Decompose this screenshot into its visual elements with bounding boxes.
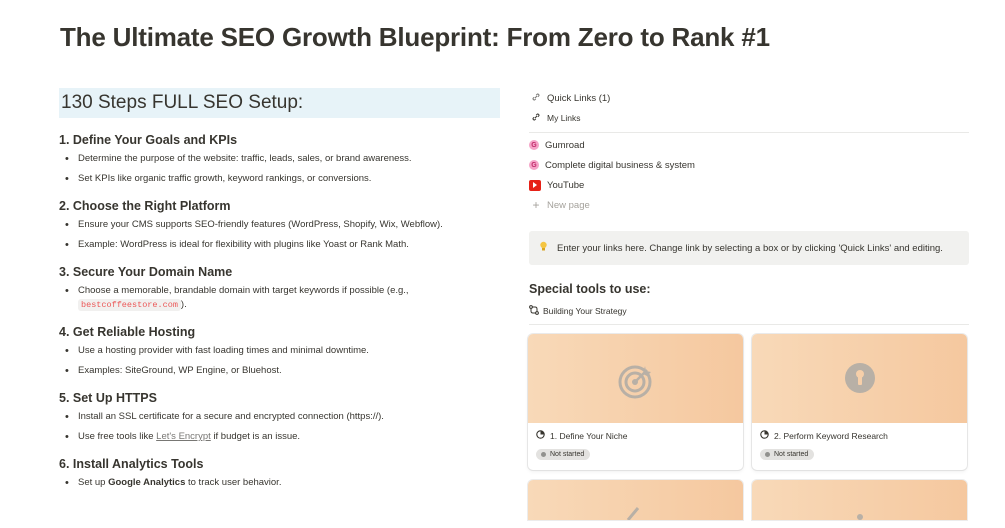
gallery-card[interactable]: 2. Perform Keyword Research Not started <box>752 334 967 470</box>
gallery-card[interactable] <box>752 480 967 520</box>
list-item-text: Choose a memorable, brandable domain wit… <box>78 285 409 296</box>
card-cover <box>528 334 743 423</box>
section-heading: 1. Define Your Goals and KPIs <box>59 133 238 147</box>
progress-icon <box>536 430 545 441</box>
lightbulb-icon <box>529 241 557 255</box>
section-heading: 5. Set Up HTTPS <box>59 391 157 405</box>
quick-links-toggle[interactable]: Quick Links (1) <box>529 88 969 108</box>
card-cover <box>752 334 967 423</box>
list-item-text-end: ). <box>180 299 187 310</box>
link-label: YouTube <box>547 179 585 191</box>
my-links-label: My Links <box>547 113 581 123</box>
section-heading: 2. Choose the Right Platform <box>59 199 231 213</box>
list-item: Use free tools like Let's Encrypt if bud… <box>59 430 500 444</box>
card-title: 2. Perform Keyword Research <box>774 430 888 441</box>
tools-heading: Special tools to use: <box>529 282 651 296</box>
strategy-icon <box>529 305 539 317</box>
link-gumroad[interactable]: G Gumroad <box>529 135 969 155</box>
list-item: Determine the purpose of the website: tr… <box>59 152 500 166</box>
link-label: Complete digital business & system <box>545 159 695 171</box>
list-item: Choose a memorable, brandable domain wit… <box>59 284 500 312</box>
page-title: The Ultimate SEO Growth Blueprint: From … <box>60 22 770 52</box>
link-icon <box>529 92 543 105</box>
list-item-text: Set up <box>78 477 109 488</box>
steps-column: 130 Steps FULL SEO Setup: 1. Define Your… <box>59 88 500 490</box>
link-digital-business[interactable]: G Complete digital business & system <box>529 155 969 175</box>
database-view-tab[interactable]: Building Your Strategy <box>529 305 627 317</box>
list-item: Install an SSL certificate for a secure … <box>59 410 500 424</box>
section-heading: 4. Get Reliable Hosting <box>59 325 196 339</box>
list-item: Set KPIs like organic traffic growth, ke… <box>59 172 500 186</box>
target-icon <box>617 362 655 405</box>
list-item: Set up Google Analytics to track user be… <box>59 476 500 490</box>
status-badge: Not started <box>536 449 591 460</box>
gumroad-icon: G <box>529 160 539 170</box>
quick-links-label: Quick Links (1) <box>547 92 611 104</box>
card-title: 1. Define Your Niche <box>550 430 628 441</box>
gumroad-icon: G <box>529 140 539 150</box>
plus-icon: + <box>532 198 540 212</box>
gallery-card[interactable] <box>528 480 743 521</box>
link-youtube[interactable]: YouTube <box>529 175 969 195</box>
inline-code: bestcoffeestore.com <box>78 299 181 311</box>
list-item: Examples: SiteGround, WP Engine, or Blue… <box>59 364 500 378</box>
links-column: Quick Links (1) My Links G Gumroad G Com… <box>529 88 969 215</box>
keyhole-icon <box>844 362 876 399</box>
my-links-header[interactable]: My Links <box>529 108 969 128</box>
lets-encrypt-link[interactable]: Let's Encrypt <box>156 431 211 442</box>
section-heading: 3. Secure Your Domain Name <box>59 265 233 279</box>
list-item: Use a hosting provider with fast loading… <box>59 344 500 358</box>
link-icon <box>529 112 543 125</box>
steps-heading: 130 Steps FULL SEO Setup: <box>59 88 500 118</box>
divider <box>529 324 969 325</box>
view-label: Building Your Strategy <box>543 306 627 316</box>
section-heading: 6. Install Analytics Tools <box>59 457 204 471</box>
status-label: Not started <box>774 451 809 458</box>
list-item: Example: WordPress is ideal for flexibil… <box>59 238 500 252</box>
card-cover-icon <box>856 510 864 528</box>
gallery-card[interactable]: 1. Define Your Niche Not started <box>528 334 743 470</box>
callout: Enter your links here. Change link by se… <box>529 231 969 265</box>
card-cover-icon <box>626 506 646 525</box>
list-item-text: Use free tools like <box>78 431 157 442</box>
google-analytics-text: Google Analytics <box>108 477 186 488</box>
status-badge: Not started <box>760 449 815 460</box>
list-item: Ensure your CMS supports SEO-friendly fe… <box>59 218 500 232</box>
youtube-icon <box>529 179 541 191</box>
link-label: Gumroad <box>545 139 585 151</box>
status-label: Not started <box>550 451 585 458</box>
list-item-text-end: if budget is an issue. <box>210 431 301 442</box>
progress-icon <box>760 430 769 441</box>
new-page-button[interactable]: + New page <box>529 195 969 215</box>
new-page-label: New page <box>547 199 590 211</box>
list-item-text-end: to track user behavior. <box>185 477 282 488</box>
callout-text: Enter your links here. Change link by se… <box>557 242 943 254</box>
